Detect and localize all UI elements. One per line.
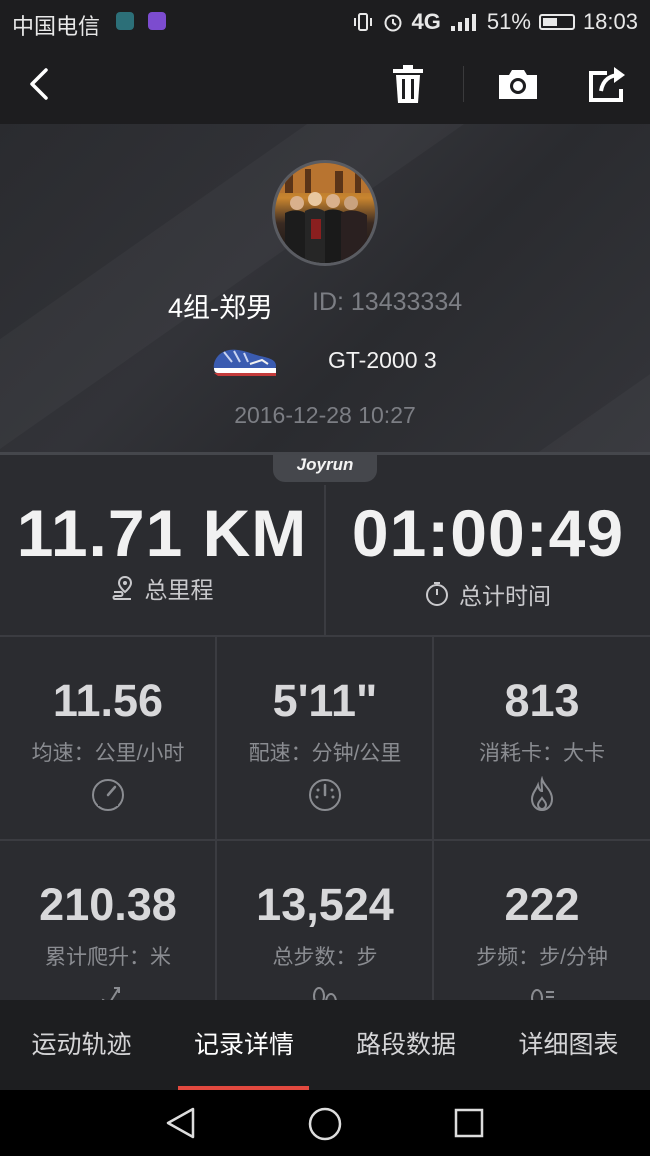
camera-icon [499, 70, 537, 99]
metric-calories: 813 消耗卡：大卡 [434, 637, 650, 840]
alarm-icon [384, 14, 402, 32]
network-label: 4G [411, 9, 441, 34]
vibrate-icon [353, 13, 372, 31]
metric-pace: 5'11" 配速：分钟/公里 [217, 637, 433, 840]
metric-value: 222 [504, 879, 580, 930]
distance-label: 总里程 [144, 577, 214, 603]
avatar[interactable] [272, 160, 378, 266]
brand-tag: Joyrun [273, 452, 377, 482]
delete-button[interactable] [386, 62, 430, 106]
run-datetime: 2016-12-28 10:27 [234, 402, 416, 428]
top-toolbar [0, 44, 650, 124]
user-id: ID: 13433334 [312, 288, 463, 316]
toolbar-separator [463, 66, 464, 102]
distance-value: 11.71 KM [16, 496, 308, 570]
metric-label: 配速：分钟/公里 [248, 742, 402, 765]
status-right: 4G 51% 18:03 [352, 9, 638, 35]
tab-track[interactable]: 运动轨迹 [0, 1000, 163, 1090]
nav-home-icon[interactable] [307, 1106, 343, 1142]
metric-avg-speed: 11.56 均速：公里/小时 [0, 637, 216, 840]
bottom-tabs: 运动轨迹 记录详情 路段数据 详细图表 [0, 1000, 650, 1090]
battery-percent: 51% [486, 9, 531, 34]
tab-segment-data[interactable]: 路段数据 [325, 1000, 487, 1090]
shoe-name: GT-2000 3 [328, 347, 437, 373]
battery-icon [538, 14, 575, 30]
nav-recents-icon[interactable] [453, 1107, 485, 1139]
share-icon [589, 67, 625, 102]
shoe-icon [213, 349, 276, 376]
distance-summary: 11.71 KM 总里程 [0, 455, 324, 635]
camera-button[interactable] [496, 62, 540, 106]
metric-value: 210.38 [39, 879, 177, 930]
flame-icon [530, 776, 554, 812]
metric-value: 813 [504, 675, 580, 726]
notification-app-icon [116, 12, 134, 30]
speedometer-icon [92, 779, 124, 811]
duration-label: 总计时间 [459, 583, 551, 609]
system-nav-bar [0, 1090, 650, 1156]
user-name: 4组-郑男 [168, 293, 274, 323]
tab-detailed-charts[interactable]: 详细图表 [487, 1000, 650, 1090]
share-button[interactable] [586, 62, 630, 106]
metric-label: 均速：公里/小时 [31, 742, 185, 765]
status-bar: 中国电信 4G 51% 18:03 [0, 0, 650, 44]
route-pin-icon [112, 575, 132, 600]
signal-icon [450, 14, 476, 31]
avatar-image [275, 163, 375, 263]
carrier-label: 中国电信 [12, 14, 101, 39]
metric-value: 13,524 [256, 879, 394, 930]
metric-label: 消耗卡：大卡 [479, 742, 605, 765]
keyboard-app-icon [148, 12, 166, 30]
tab-record-details[interactable]: 记录详情 [163, 1000, 325, 1090]
distance-label-row: 总里程 [0, 571, 324, 605]
metric-label: 步频：步/分钟 [476, 946, 608, 969]
profile-header: 4组-郑男 ID: 13433334 GT-2000 3 2016-12-28 … [0, 124, 650, 452]
metric-value: 5'11" [272, 675, 378, 726]
trash-icon [393, 65, 423, 103]
metric-label: 累计爬升：米 [45, 946, 171, 969]
stats-panel: 11.71 KM 总里程 01:00:49 总计时间 11.56 均速：公里/小… [0, 455, 650, 1011]
duration-value: 01:00:49 [351, 496, 625, 570]
back-button[interactable] [18, 62, 62, 106]
metric-value: 11.56 [52, 675, 164, 726]
nav-back-icon[interactable] [163, 1106, 197, 1140]
duration-label-row: 总计时间 [326, 577, 650, 611]
back-arrow-icon [30, 68, 48, 100]
duration-summary: 01:00:49 总计时间 [326, 455, 650, 635]
metric-label: 总步数：步 [272, 946, 378, 969]
pace-dial-icon [309, 779, 341, 811]
clock-time: 18:03 [582, 9, 638, 34]
stopwatch-icon [426, 582, 448, 606]
